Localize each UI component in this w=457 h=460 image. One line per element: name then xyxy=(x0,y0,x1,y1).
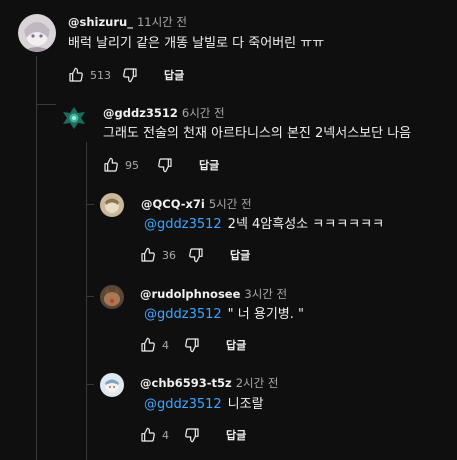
comment-text: @gddz3512 " 너 용기병. " xyxy=(144,306,304,324)
reply-button[interactable]: 답글 xyxy=(230,247,250,263)
like-count: 4 xyxy=(162,338,169,352)
avatar[interactable] xyxy=(100,373,124,397)
comment-time[interactable]: 2시간 전 xyxy=(236,376,279,390)
thumbs-down-icon[interactable] xyxy=(155,155,175,175)
comment-time[interactable]: 11시간 전 xyxy=(137,15,187,29)
comment-text-content: 2넥 4암흑성소 ㅋㅋㅋㅋㅋㅋ xyxy=(227,217,385,232)
comment-time[interactable]: 6시간 전 xyxy=(182,106,225,120)
comment-text: @gddz3512 2넥 4암흑성소 ㅋㅋㅋㅋㅋㅋ xyxy=(144,216,384,234)
thumbs-down-icon[interactable] xyxy=(182,335,202,355)
thumbs-down-icon[interactable] xyxy=(186,245,206,265)
thumbs-down-icon[interactable] xyxy=(182,425,202,445)
thread-connector-reply-3 xyxy=(86,296,94,297)
avatar[interactable] xyxy=(18,14,56,52)
comment-author[interactable]: @shizuru_ xyxy=(68,15,133,29)
comment-time[interactable]: 5시간 전 xyxy=(209,197,252,211)
thread-connector-reply-2 xyxy=(86,204,94,205)
comment-text-content: 니조랄 xyxy=(227,397,264,412)
comment-text-content: 배럭 날리기 같은 개똥 날빌로 다 죽어버린 ㅠㅠ xyxy=(68,36,325,51)
like-count: 36 xyxy=(162,248,176,262)
thread-connector-reply-4 xyxy=(86,384,94,385)
mention-link[interactable]: @gddz3512 xyxy=(144,397,222,412)
like-count: 513 xyxy=(90,68,111,82)
comment-time[interactable]: 3시간 전 xyxy=(244,287,287,301)
comment-actions: 95 답글 xyxy=(101,155,219,175)
comment-text-content: 그래도 전술의 천재 아르타니스의 본진 2넥서스보단 나음 xyxy=(103,126,412,141)
reply-button[interactable]: 답글 xyxy=(199,157,219,173)
comment-text: 배럭 날리기 같은 개똥 날빌로 다 죽어버린 ㅠㅠ xyxy=(68,35,324,53)
reply-button[interactable]: 답글 xyxy=(226,337,246,353)
comment-header: @rudolphnosee 3시간 전 xyxy=(140,287,287,301)
comment-actions: 513 답글 xyxy=(66,65,184,85)
comment-author[interactable]: @rudolphnosee xyxy=(140,287,240,301)
comment-actions: 4 답글 xyxy=(138,335,246,355)
reply-button[interactable]: 답글 xyxy=(164,67,184,83)
comment-header: @gddz3512 6시간 전 xyxy=(103,106,225,120)
thread-connector-reply-1 xyxy=(36,104,56,105)
comment-author[interactable]: @QCQ-x7i xyxy=(141,197,205,211)
avatar[interactable] xyxy=(100,193,124,217)
comment-header: @QCQ-x7i 5시간 전 xyxy=(141,197,252,211)
comment-actions: 36 답글 xyxy=(138,245,250,265)
comment-author[interactable]: @chb6593-t5z xyxy=(140,376,232,390)
thumbs-up-icon[interactable] xyxy=(66,65,86,85)
thumbs-up-icon[interactable] xyxy=(101,155,121,175)
thumbs-up-icon[interactable] xyxy=(138,425,158,445)
thread-line-nested xyxy=(86,142,87,460)
thumbs-up-icon[interactable] xyxy=(138,335,158,355)
comment-header: @shizuru_ 11시간 전 xyxy=(68,15,187,29)
comment-actions: 4 답글 xyxy=(138,425,246,445)
comment-text: @gddz3512 니조랄 xyxy=(144,396,264,414)
thumbs-down-icon[interactable] xyxy=(120,65,140,85)
avatar[interactable] xyxy=(100,285,124,309)
like-count: 4 xyxy=(162,428,169,442)
like-count: 95 xyxy=(125,158,139,172)
comment-text: 그래도 전술의 천재 아르타니스의 본진 2넥서스보단 나음 xyxy=(103,125,411,143)
reply-button[interactable]: 답글 xyxy=(226,427,246,443)
comment-text-content: " 너 용기병. " xyxy=(227,307,305,322)
comment-author[interactable]: @gddz3512 xyxy=(103,106,178,120)
thumbs-up-icon[interactable] xyxy=(138,245,158,265)
mention-link[interactable]: @gddz3512 xyxy=(144,217,222,232)
avatar[interactable] xyxy=(60,104,88,132)
mention-link[interactable]: @gddz3512 xyxy=(144,307,222,322)
comment-header: @chb6593-t5z 2시간 전 xyxy=(140,376,278,390)
thread-line-main xyxy=(36,56,37,460)
